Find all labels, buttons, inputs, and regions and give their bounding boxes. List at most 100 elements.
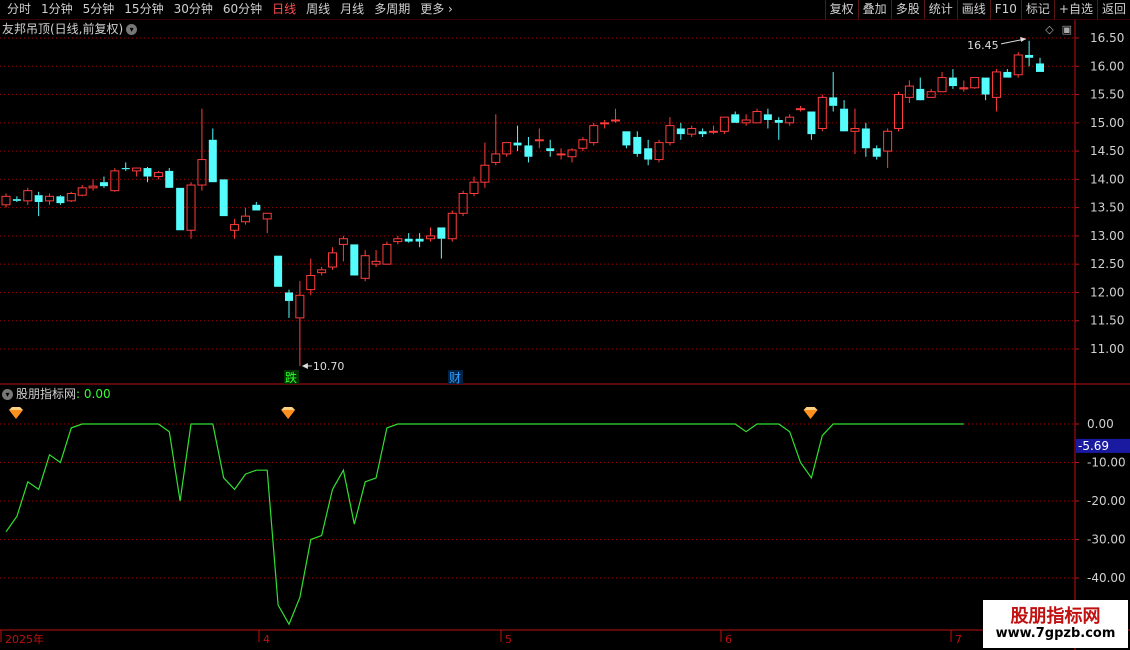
indicator-tick-label: -20.00 [1087, 494, 1126, 508]
candle-body [1013, 54, 1023, 76]
candle-body [513, 142, 522, 146]
price-tick-label: 12.00 [1090, 285, 1124, 299]
indicator-value: : 0.00 [76, 387, 111, 401]
candle-body [611, 119, 621, 122]
candle-body [872, 148, 881, 157]
candle-body [77, 187, 87, 196]
indicator-tick-label: -30.00 [1087, 533, 1126, 547]
time-tick-label: 6 [725, 633, 732, 646]
candle-body [317, 269, 327, 274]
candle-body [578, 139, 588, 149]
candle-body [447, 212, 457, 240]
candle-body [840, 108, 849, 132]
candle-body [350, 244, 359, 276]
indicator-tick-label: -10.00 [1087, 456, 1126, 470]
candle-body [904, 85, 914, 98]
signal-diamond-icon [803, 410, 818, 419]
candle-body [1, 195, 11, 206]
candle-body [404, 238, 413, 242]
candle-body [534, 139, 544, 142]
price-tick-label: 16.00 [1090, 59, 1124, 73]
watermark: 股朋指标网 www.7gpzb.com [983, 600, 1128, 648]
high-label: 16.45 [967, 39, 999, 52]
candle-body [937, 77, 947, 93]
event-mark: 财 [449, 371, 461, 385]
candle-body [774, 119, 783, 123]
candle-body [1025, 54, 1034, 58]
candle-body [110, 170, 120, 192]
price-axis-labels: 11.00 11.50 12.00 12.50 13.00 13.50 14.00 14.50… [1075, 31, 1130, 585]
candle-body [382, 243, 392, 265]
candle-body [56, 196, 65, 204]
candle-body [393, 238, 403, 243]
candle-body [622, 131, 631, 146]
candle-body [894, 94, 904, 129]
candle-body [708, 130, 718, 133]
signal-diamond-top [281, 407, 296, 410]
candle-body [785, 116, 795, 124]
signal-diamond-icon [9, 410, 23, 419]
candle-body [230, 224, 240, 231]
candle-body [589, 125, 599, 144]
candle-body [491, 153, 501, 163]
candle-body [731, 114, 740, 123]
candle-body [219, 179, 228, 217]
candle-body [328, 252, 338, 268]
signal-diamond-top [803, 407, 818, 410]
price-tick-label: 13.50 [1090, 201, 1124, 215]
candle-body [524, 145, 533, 157]
candle-body [1036, 63, 1044, 72]
candle-body [959, 87, 969, 90]
candle-body [546, 148, 555, 152]
candle-body [829, 97, 838, 106]
candle-body [676, 128, 685, 135]
candle-body [763, 114, 772, 120]
candle-body [12, 199, 21, 201]
candle-body [338, 238, 348, 245]
diamond-icon[interactable]: ◇ [1045, 23, 1053, 36]
candle-body [240, 215, 250, 223]
candle-body [165, 170, 174, 188]
candle-body [719, 116, 729, 132]
panel-controls: ◇ ▣ [1045, 22, 1072, 36]
candle-body [88, 185, 98, 189]
annotations: 16.45 10.70 跌 财 [284, 36, 1027, 385]
candle-body [208, 139, 217, 183]
candle-body [948, 77, 957, 87]
indicator-series [5, 407, 964, 626]
candle-body [644, 148, 653, 160]
indicator-tick-label: -40.00 [1087, 571, 1126, 585]
candle-body [502, 142, 512, 155]
candle-body [850, 127, 860, 132]
candle-body [991, 71, 1001, 98]
candle-body [252, 204, 261, 211]
candle-body [262, 212, 272, 220]
candle-body [741, 119, 751, 124]
candle-body [665, 125, 675, 144]
price-tick-label: 13.00 [1090, 229, 1124, 243]
candle-body [817, 96, 827, 129]
watermark-url: www.7gpzb.com [995, 626, 1116, 641]
chevron-down-icon[interactable]: ▾ [2, 389, 13, 400]
candle-body [132, 167, 142, 172]
candle-body [197, 159, 207, 186]
high-arrow-head [1020, 36, 1027, 42]
window-icon[interactable]: ▣ [1062, 23, 1072, 36]
candle-body [600, 122, 610, 125]
candle-body [415, 238, 424, 242]
candle-body [306, 274, 316, 291]
candle-body [970, 77, 980, 89]
candle-body [633, 136, 642, 154]
candle-body [752, 111, 762, 124]
candle-body [458, 193, 468, 214]
price-tick-label: 11.00 [1090, 342, 1124, 356]
candle-body [796, 108, 806, 111]
time-tick-label: 5 [505, 633, 512, 646]
watermark-title: 股朋指标网 [1010, 606, 1101, 627]
candle-body [567, 149, 577, 158]
indicator-line [5, 423, 964, 626]
candle-body [360, 255, 370, 279]
candle-body [45, 195, 55, 202]
price-tick-label: 15.00 [1090, 116, 1124, 130]
candle-body [284, 292, 293, 301]
